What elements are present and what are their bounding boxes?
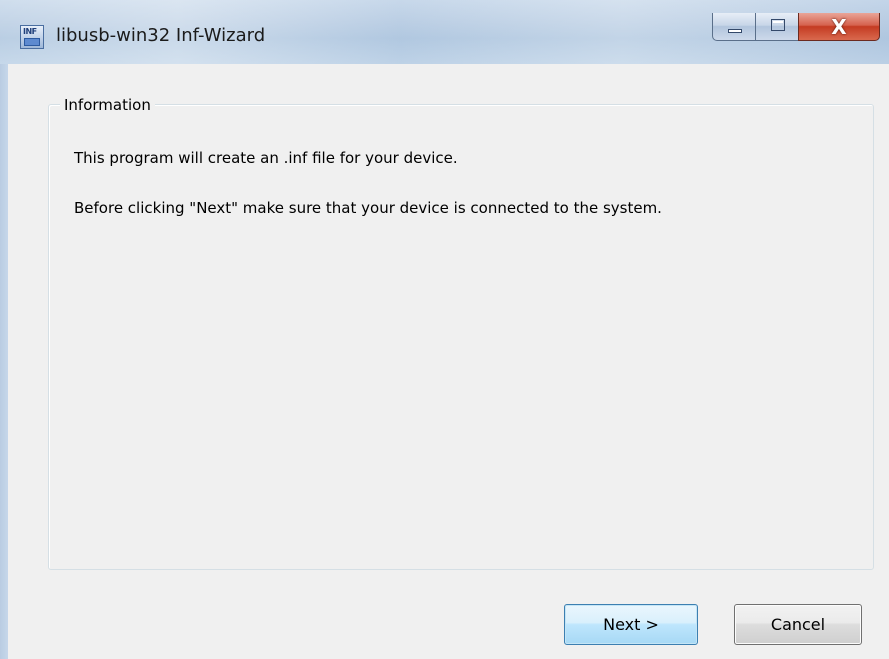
inf-wizard-window: INF libusb-win32 Inf-Wizard X Informatio… [0,0,889,659]
maximize-button[interactable] [755,13,799,41]
title-bar[interactable]: INF libusb-win32 Inf-Wizard X [0,0,889,64]
window-frame-left [0,64,8,659]
information-groupbox [48,104,874,570]
window-title: libusb-win32 Inf-Wizard [56,25,266,46]
close-icon: X [831,15,847,39]
cancel-button[interactable]: Cancel [734,604,862,645]
maximize-icon [771,19,785,31]
minimize-button[interactable] [712,13,756,41]
info-text-connect-device: Before clicking "Next" make sure that yo… [74,199,662,217]
next-button[interactable]: Next > [564,604,698,645]
minimize-icon [728,29,742,33]
inf-file-icon[interactable]: INF [20,25,44,49]
groupbox-legend: Information [60,96,155,114]
info-text-create-inf: This program will create an .inf file fo… [74,149,458,167]
close-button[interactable]: X [798,13,880,41]
